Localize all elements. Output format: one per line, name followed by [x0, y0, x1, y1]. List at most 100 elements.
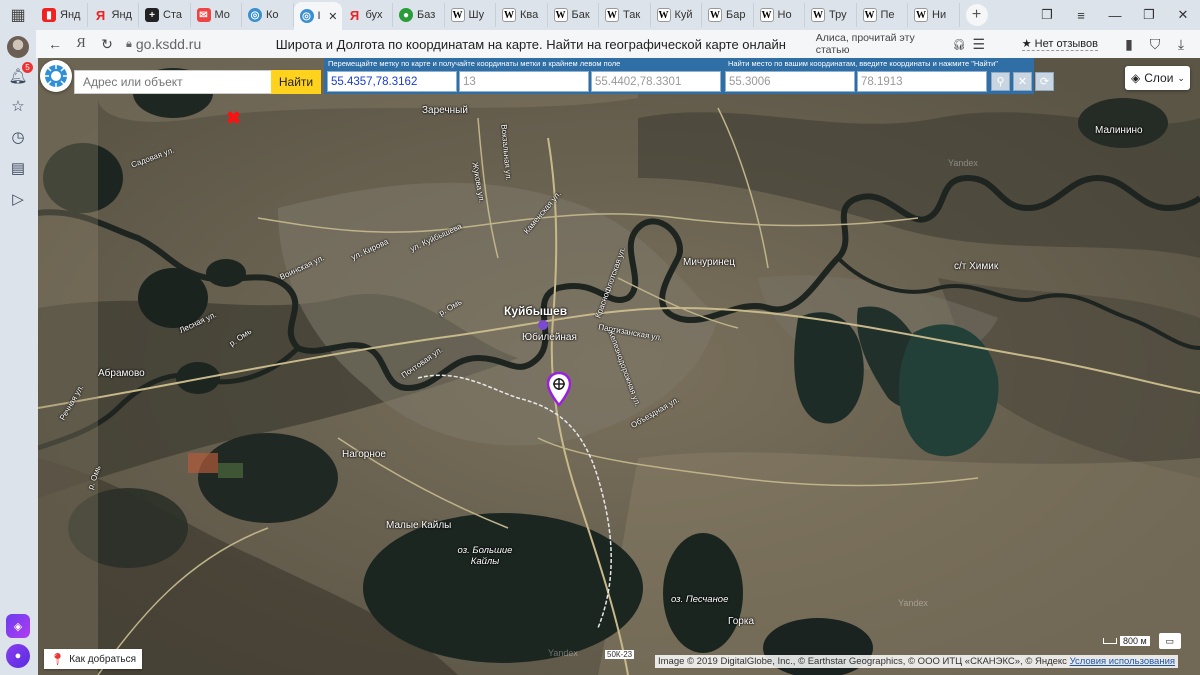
tab-item[interactable]: ◎ Ко — [242, 3, 294, 27]
ruler-icon[interactable]: ▭ — [1158, 633, 1181, 649]
place-label-kuybyshev: Куйбышев — [504, 304, 568, 318]
tab-item[interactable]: W Пе — [857, 3, 908, 27]
satellite-map[interactable]: Заречный Малинино Мичуринец с/т Химик Ку… — [38, 58, 1200, 675]
tab-item[interactable]: + Ста — [139, 3, 191, 27]
tab-item[interactable]: W Куй — [651, 3, 702, 27]
yandex-icon: Я — [95, 7, 106, 23]
longitude-input[interactable] — [857, 71, 987, 92]
wikipedia-icon: W — [708, 8, 722, 22]
tab-item[interactable]: ✉ Мо — [191, 3, 242, 27]
reload-icon[interactable]: ↻ — [94, 31, 120, 57]
tab-item[interactable]: W Ни — [908, 3, 960, 27]
place-label-yubileynaya: Юбилейная — [522, 332, 577, 343]
history-clock-icon[interactable]: ◷ — [6, 125, 30, 149]
wikipedia-icon: W — [656, 8, 671, 22]
terms-link[interactable]: Условия использования — [1070, 656, 1175, 667]
cross-marker-icon[interactable]: ✖ — [226, 108, 241, 129]
tab-item[interactable]: Я Янд — [88, 3, 139, 27]
tab-strip: ▦ ▮ Янд Я Янд + Ста ✉ Мо ◎ Ко ◎ I ✕ Ябух ● Баз W… — [0, 0, 1200, 30]
wikipedia-icon: W — [862, 8, 877, 22]
new-tab-button[interactable]: + — [965, 4, 988, 26]
place-label-malinino: Малинино — [1095, 125, 1143, 136]
clear-icon[interactable]: ✕ — [1013, 72, 1032, 91]
reader-mode-icon[interactable]: ☰ — [966, 31, 992, 57]
lake-label-bolshie-kayly: оз. Большие Кайлы — [457, 545, 513, 567]
favorites-star-icon[interactable]: ☆ — [6, 94, 30, 118]
yandex-logo-icon[interactable]: Я — [68, 31, 94, 57]
collections-icon[interactable]: ❐ — [1030, 0, 1064, 30]
latitude-input[interactable] — [725, 71, 855, 92]
refresh-icon[interactable]: ⟳ — [1035, 72, 1054, 91]
layers-button[interactable]: ◈ Слои ⌄ — [1125, 66, 1190, 90]
search-icon[interactable]: ⚲ — [991, 72, 1010, 91]
address-search-input[interactable] — [74, 70, 272, 94]
minimize-icon[interactable]: — — [1098, 0, 1132, 30]
lake-label-peschanoe: оз. Песчаное — [671, 594, 729, 605]
back-arrow-icon[interactable]: ← — [42, 31, 68, 57]
tab-item[interactable]: W Тру — [805, 3, 857, 27]
tab-item[interactable]: W Ква — [496, 3, 548, 27]
tab-item[interactable]: W Бар — [702, 3, 754, 27]
notification-badge: 5 — [22, 62, 33, 73]
bazaar-icon: ● — [399, 8, 413, 22]
yandex-watermark: Yandex — [898, 598, 928, 608]
menu-icon[interactable]: ≡ — [1064, 0, 1098, 30]
place-label-zarechny: Заречный — [422, 105, 468, 116]
scale-bar — [1103, 638, 1117, 644]
station-icon — [538, 320, 548, 330]
location-pin-icon[interactable] — [547, 372, 571, 406]
close-window-icon[interactable]: ✕ — [1166, 0, 1200, 30]
wikipedia-icon: W — [605, 8, 619, 22]
protect-icon[interactable]: ⛉ — [1142, 31, 1168, 57]
road-sign-50k23: 50К-23 — [605, 650, 635, 659]
statistics-icon: + — [145, 8, 159, 22]
tab-item[interactable]: W Шу — [445, 3, 496, 27]
notes-icon[interactable]: ▤ — [6, 156, 30, 180]
marker-coords-field[interactable] — [327, 71, 457, 92]
alice-assistant-icon[interactable]: ◈ — [6, 614, 30, 638]
center-coords-field[interactable] — [591, 71, 721, 92]
reviews-link[interactable]: ★ Нет отзывов — [1021, 37, 1098, 51]
alice-voice-icon[interactable]: ● — [6, 644, 30, 668]
tab-item-active[interactable]: ◎ I ✕ — [293, 2, 342, 30]
place-label-khimik: с/т Химик — [954, 261, 999, 272]
restore-icon[interactable]: ❐ — [1132, 0, 1166, 30]
tab-item[interactable]: ▮ Янд — [36, 3, 88, 27]
page-title: Широта и Долгота по координатам на карте… — [275, 36, 786, 52]
move-marker-hint: Перемещайте метку по карте и получайте к… — [328, 59, 621, 68]
map-copyright: Image © 2019 DigitalGlobe, Inc., © Earth… — [655, 655, 1179, 668]
close-tab-icon[interactable]: ✕ — [328, 10, 337, 23]
tab-item[interactable]: W Но — [754, 3, 805, 27]
headphones-icon: 🎧︎ — [952, 38, 966, 51]
find-button[interactable]: Найти — [271, 70, 321, 94]
avatar[interactable] — [7, 36, 29, 58]
map-scale: 800 м ▭ — [1103, 633, 1181, 649]
window-controls: ❐ ≡ — ❐ ✕ — [1030, 0, 1200, 30]
alice-read-button[interactable]: Алиса, прочитай эту статью 🎧︎ — [816, 32, 966, 56]
place-label-malye-kayly: Малые Кайлы — [386, 520, 452, 531]
wikipedia-icon: W — [553, 8, 568, 22]
find-by-coords-hint: Найти место по вашим координатам, введит… — [728, 59, 998, 68]
tab-item[interactable]: Ябух — [342, 3, 393, 27]
url-field[interactable]: 🔒︎ go.ksdd.ru — [126, 36, 246, 52]
notifications-icon[interactable]: 🔔︎ 5 — [6, 62, 33, 88]
download-icon[interactable]: ⤓ — [1168, 31, 1194, 57]
tab-item[interactable]: W Так — [599, 3, 651, 27]
scale-label: 800 м — [1120, 636, 1150, 646]
play-icon[interactable]: ▷ — [6, 187, 30, 211]
tabs-grid-icon[interactable]: ▦ — [0, 0, 36, 30]
mail-icon: ✉ — [196, 8, 211, 22]
bookmark-icon[interactable]: ▮ — [1116, 31, 1142, 57]
site-logo-icon[interactable] — [40, 60, 72, 92]
route-button[interactable]: 📍︎ Как добраться — [44, 649, 143, 669]
tab-item[interactable]: W Бак — [548, 3, 599, 27]
lock-icon: 🔒︎ — [126, 37, 132, 50]
place-label-nagornoe: Нагорное — [342, 449, 386, 460]
tab-item[interactable]: ● Баз — [393, 3, 445, 27]
yandex-bookmark-icon: ▮ — [42, 8, 56, 22]
address-bar: ← Я ↻ 🔒︎ go.ksdd.ru Широта и Долгота по к… — [36, 30, 1200, 58]
place-label-gorka: Горка — [728, 616, 755, 627]
zoom-field[interactable] — [459, 71, 589, 92]
wikipedia-icon: W — [502, 8, 516, 22]
yandex-watermark: Yandex — [948, 158, 978, 168]
